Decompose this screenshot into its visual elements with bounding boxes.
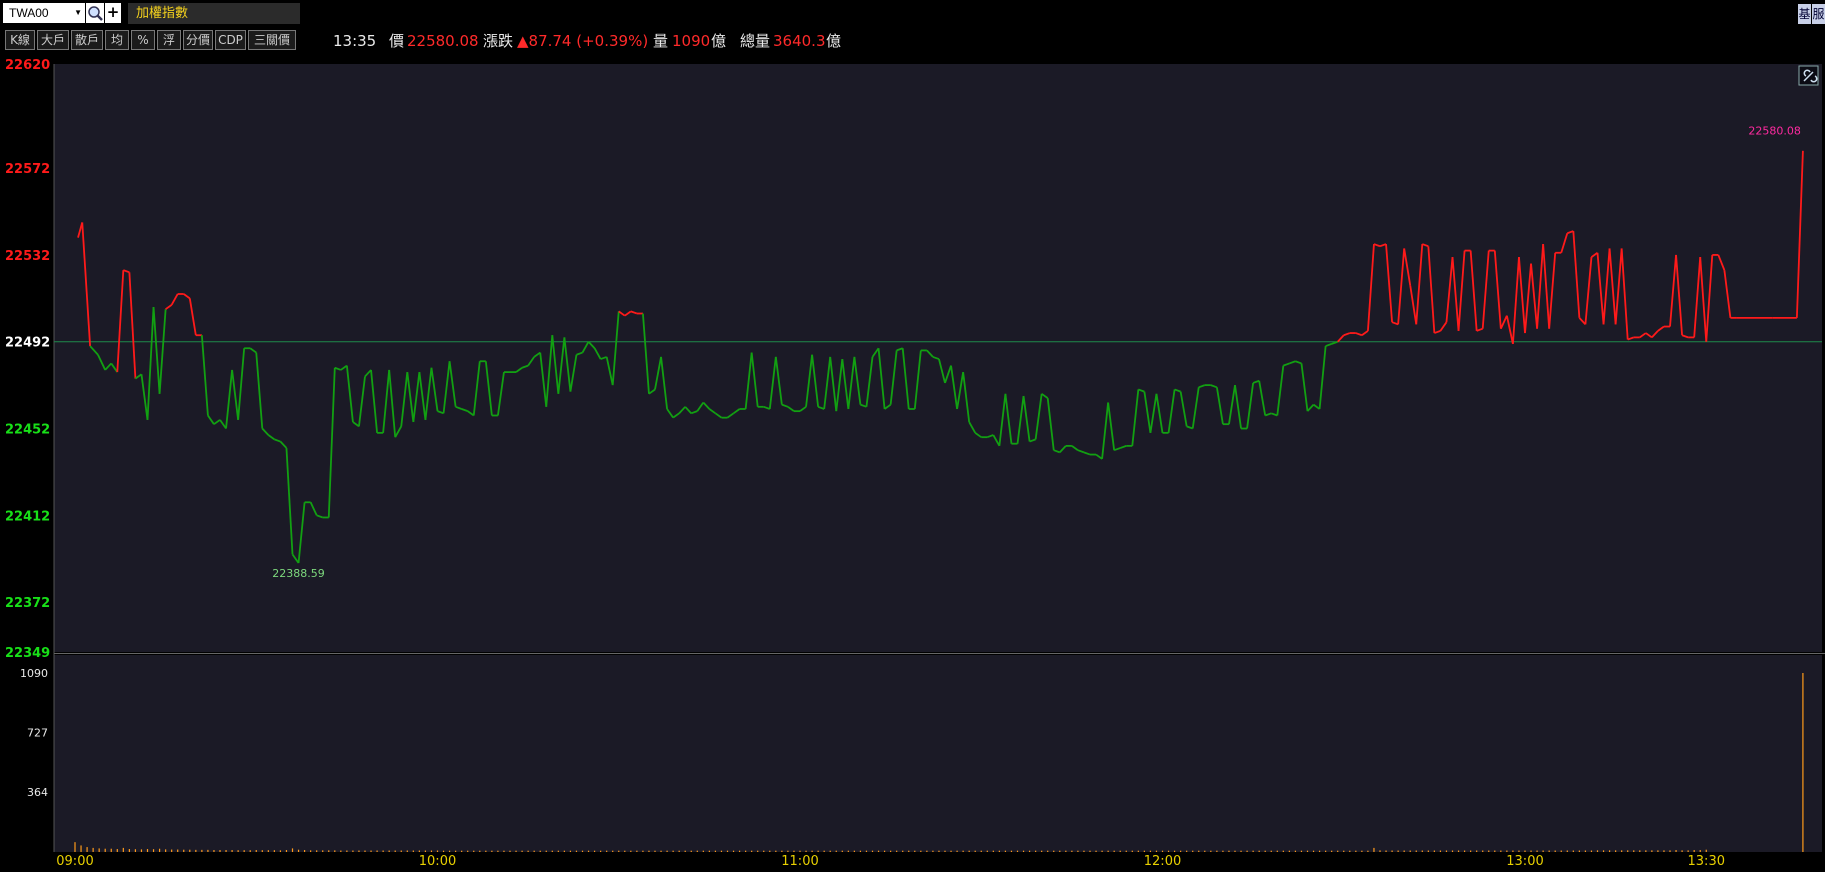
price-label: 價 xyxy=(389,32,405,50)
change-label: 漲跌 xyxy=(483,32,514,50)
chevron-down-icon[interactable]: ▼ xyxy=(74,3,82,23)
volume-label: 量 xyxy=(653,32,669,50)
y-tick-label: 22452 xyxy=(5,423,50,438)
volume-tick-label: 364 xyxy=(27,786,48,799)
change-value: ▲87.74 (+0.39%) xyxy=(517,32,649,50)
instrument-name: 加權指數 xyxy=(128,3,300,24)
y-tick-label: 22412 xyxy=(5,509,50,524)
chart-toolbar: K線 大戶 散戶 均 % 浮 分價 CDP 三關價 13:35 價 22580.… xyxy=(0,24,1825,55)
fundamental-button[interactable]: 基 xyxy=(1798,4,1811,24)
y-tick-label: 22349 xyxy=(5,646,50,661)
x-tick-label: 09:00 xyxy=(56,854,93,869)
volume-panel xyxy=(54,655,1822,852)
high-label: 22580.08 xyxy=(1748,125,1801,138)
x-tick-label: 10:00 xyxy=(419,854,456,869)
total-volume-label: 總量 xyxy=(740,32,771,50)
add-button[interactable]: + xyxy=(105,3,121,23)
low-label: 22388.59 xyxy=(272,567,325,580)
volume-tick-label: 1090 xyxy=(20,667,48,680)
kline-button[interactable]: K線 xyxy=(5,30,35,50)
corner-buttons: 基服 xyxy=(1797,3,1825,24)
y-tick-label: 22620 xyxy=(5,58,50,73)
x-tick-label: 13:30 xyxy=(1688,854,1725,869)
three-levels-button[interactable]: 三關價 xyxy=(248,30,296,50)
big-holder-button[interactable]: 大戶 xyxy=(37,30,69,50)
quote-time: 13:35 xyxy=(333,32,377,50)
price-distribution-button[interactable]: 分價 xyxy=(183,30,213,50)
y-tick-label: 22372 xyxy=(5,596,50,611)
plus-icon: + xyxy=(106,3,120,21)
y-tick-label: 22532 xyxy=(5,249,50,264)
link-icon xyxy=(1798,65,1819,86)
intraday-chart[interactable]: 22620 22572 22532 22492 22452 22412 22372 22349… xyxy=(0,55,1825,872)
cdp-button[interactable]: CDP xyxy=(215,30,246,50)
average-button[interactable]: 均 xyxy=(105,30,129,50)
y-tick-label: 22572 xyxy=(5,162,50,177)
x-tick-label: 12:00 xyxy=(1144,854,1181,869)
volume-unit: 億 xyxy=(711,32,727,50)
x-tick-label: 13:00 xyxy=(1506,854,1543,869)
top-bar: TWA00 ▼ + 加權指數 基服 xyxy=(0,0,1825,24)
total-volume-value: 3640.3 xyxy=(773,32,826,50)
search-icon xyxy=(88,6,103,21)
x-tick-label: 11:00 xyxy=(781,854,818,869)
retail-button[interactable]: 散戶 xyxy=(71,30,103,50)
float-button[interactable]: 浮 xyxy=(157,30,181,50)
symbol-value: TWA00 xyxy=(9,6,49,20)
y-tick-label: 22492 xyxy=(5,336,50,351)
price-value: 22580.08 xyxy=(407,32,479,50)
service-button[interactable]: 服 xyxy=(1812,4,1825,24)
total-volume-unit: 億 xyxy=(826,32,842,50)
volume-value: 1090 xyxy=(672,32,711,50)
symbol-selector[interactable]: TWA00 ▼ xyxy=(3,3,85,23)
search-button[interactable] xyxy=(86,3,104,23)
volume-tick-label: 727 xyxy=(27,727,48,740)
percent-button[interactable]: % xyxy=(131,30,155,50)
